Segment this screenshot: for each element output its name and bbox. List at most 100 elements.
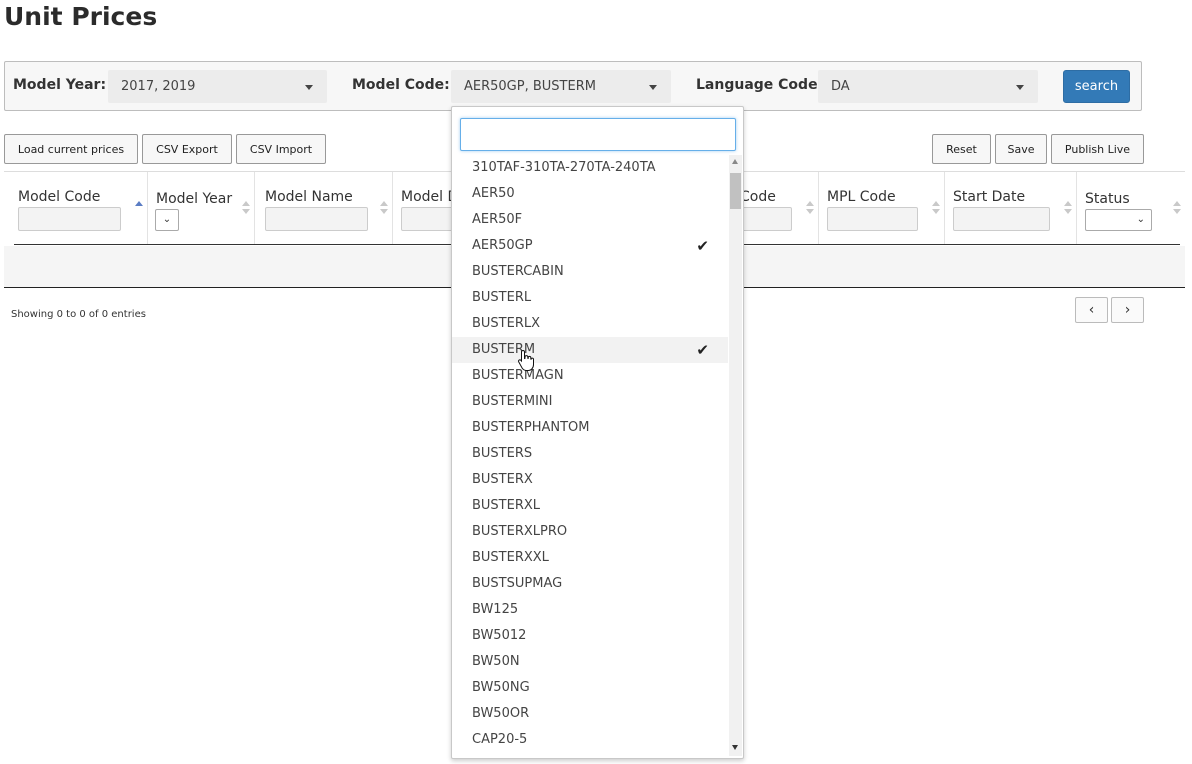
dropdown-option-label: BUSTSUPMAG <box>472 576 563 591</box>
model-code-value: AER50GP, BUSTERM <box>464 79 596 94</box>
column-label: Model Name <box>265 189 353 205</box>
dropdown-option[interactable]: AER50F <box>452 207 728 233</box>
dropdown-option[interactable]: BW50OR <box>452 701 728 727</box>
dropdown-option-label: BW125 <box>472 602 519 617</box>
dropdown-option-label: BUSTERXLPRO <box>472 524 568 539</box>
column-label: MPL Code <box>827 189 896 205</box>
dropdown-option-label: BUSTERXXL <box>472 550 549 565</box>
scrollbar-thumb[interactable] <box>730 173 741 209</box>
dropdown-option-label: BUSTERX <box>472 472 533 487</box>
dropdown-option-label: AER50F <box>472 212 523 227</box>
dropdown-option[interactable]: AER50 <box>452 181 728 207</box>
dropdown-scrollbar[interactable] <box>729 155 742 756</box>
dropdown-option[interactable]: BUSTERCABIN <box>452 259 728 285</box>
publish-live-button[interactable]: Publish Live <box>1051 134 1144 164</box>
dropdown-option[interactable]: BUSTERL <box>452 285 728 311</box>
dropdown-option[interactable]: BUSTERLX <box>452 311 728 337</box>
reset-button[interactable]: Reset <box>932 134 991 164</box>
column-status[interactable]: Status ⌄ <box>1077 172 1185 244</box>
model-code-dropdown: 310TAF-310TA-270TA-240TA AER50 AER50F AER50… <box>451 106 744 759</box>
scroll-up-arrow-icon[interactable] <box>732 159 738 164</box>
model-code-select[interactable]: AER50GP, BUSTERM <box>451 70 671 103</box>
dropdown-option-label: BW50N <box>472 654 520 669</box>
model-year-select[interactable]: 2017, 2019 <box>108 70 327 103</box>
sort-icon[interactable] <box>932 201 940 217</box>
sort-icon[interactable] <box>380 201 388 217</box>
dropdown-search-input[interactable] <box>460 118 736 151</box>
dropdown-option-label: BW50OR <box>472 706 530 721</box>
dropdown-option[interactable]: BUSTERPHANTOM <box>452 415 728 441</box>
chevron-left-icon[interactable]: ‹ <box>1075 297 1108 323</box>
model-year-value: 2017, 2019 <box>121 79 196 94</box>
language-code-value: DA <box>831 79 850 94</box>
dropdown-options: 310TAF-310TA-270TA-240TA AER50 AER50F AER50… <box>452 155 728 753</box>
column-model-code[interactable]: Model Code <box>8 172 148 244</box>
start-date-filter-input[interactable] <box>953 207 1050 231</box>
dropdown-option-label: BUSTERPHANTOM <box>472 420 590 435</box>
dropdown-option[interactable]: BW50NG <box>452 675 728 701</box>
table-info: Showing 0 to 0 of 0 entries <box>11 309 146 320</box>
dropdown-option-label: BUSTERCABIN <box>472 264 564 279</box>
caret-down-icon <box>649 85 657 90</box>
dropdown-option[interactable]: BUSTERMINI <box>452 389 728 415</box>
sort-icon[interactable] <box>1173 201 1181 217</box>
model-year-filter-select[interactable]: ⌄ <box>155 209 179 231</box>
dropdown-option[interactable]: BUSTERMAGN <box>452 363 728 389</box>
model-code-filter-input[interactable] <box>18 207 121 231</box>
column-start-date[interactable]: Start Date <box>945 172 1077 244</box>
model-code-label: Model Code: <box>352 77 450 93</box>
status-filter-select[interactable]: ⌄ <box>1085 209 1152 231</box>
dropdown-option-label: AER50GP <box>472 238 533 253</box>
csv-import-button[interactable]: CSV Import <box>236 134 326 164</box>
column-model-name[interactable]: Model Name <box>255 172 393 244</box>
code-filter-input[interactable] <box>740 207 792 231</box>
dropdown-option-label: CAP20-5 <box>472 732 528 747</box>
dropdown-option[interactable]: BW5012 <box>452 623 728 649</box>
model-name-filter-input[interactable] <box>265 207 368 231</box>
dropdown-option-label: BUSTERMINI <box>472 394 553 409</box>
sort-icon[interactable] <box>806 201 814 217</box>
dropdown-option[interactable]: BUSTERM ✔ <box>452 337 728 363</box>
hand-pointer-icon <box>518 349 534 371</box>
scroll-down-arrow-icon[interactable] <box>732 745 738 750</box>
language-code-select[interactable]: DA <box>818 70 1038 103</box>
page-title: Unit Prices <box>4 2 158 31</box>
column-label: Model D <box>401 189 459 205</box>
column-code[interactable]: Code <box>740 172 819 244</box>
dropdown-option[interactable]: BW125 <box>452 597 728 623</box>
sort-asc-icon[interactable] <box>135 201 143 217</box>
check-icon: ✔ <box>696 237 709 255</box>
dropdown-option[interactable]: BUSTERXXL <box>452 545 728 571</box>
search-button[interactable]: search <box>1063 70 1130 103</box>
model-year-label: Model Year: <box>13 77 107 93</box>
dropdown-option-label: BUSTERL <box>472 290 532 305</box>
column-label: Model Code <box>18 189 101 205</box>
csv-export-button[interactable]: CSV Export <box>142 134 232 164</box>
dropdown-option-label: 310TAF-310TA-270TA-240TA <box>472 160 656 175</box>
column-model-year[interactable]: Model Year ⌄ <box>148 172 255 244</box>
filter-bar: Model Year: 2017, 2019 Model Code: AER50… <box>4 61 1142 111</box>
dropdown-option[interactable]: BUSTERX <box>452 467 728 493</box>
dropdown-option[interactable]: BW50N <box>452 649 728 675</box>
dropdown-option[interactable]: BUSTERXL <box>452 493 728 519</box>
dropdown-option-label: BW5012 <box>472 628 527 643</box>
dropdown-option[interactable]: AER50GP ✔ <box>452 233 728 259</box>
language-code-label: Language Code: <box>696 77 824 93</box>
dropdown-option[interactable]: BUSTERS <box>452 441 728 467</box>
dropdown-option-label: BW50NG <box>472 680 530 695</box>
column-label: Model Year <box>156 191 233 207</box>
column-mpl-code[interactable]: MPL Code <box>819 172 945 244</box>
save-button[interactable]: Save <box>995 134 1047 164</box>
dropdown-option-label: BUSTERS <box>472 446 533 461</box>
mpl-code-filter-input[interactable] <box>827 207 918 231</box>
dropdown-option[interactable]: CAP20-5 <box>452 727 728 753</box>
dropdown-option[interactable]: BUSTERXLPRO <box>452 519 728 545</box>
dropdown-option[interactable]: BUSTSUPMAG <box>452 571 728 597</box>
load-current-prices-button[interactable]: Load current prices <box>4 134 138 164</box>
dropdown-option[interactable]: 310TAF-310TA-270TA-240TA <box>452 155 728 181</box>
column-label: Start Date <box>953 189 1026 205</box>
sort-icon[interactable] <box>242 201 250 217</box>
sort-icon[interactable] <box>1064 201 1072 217</box>
chevron-right-icon[interactable]: › <box>1111 297 1144 323</box>
column-label: Code <box>740 189 776 205</box>
